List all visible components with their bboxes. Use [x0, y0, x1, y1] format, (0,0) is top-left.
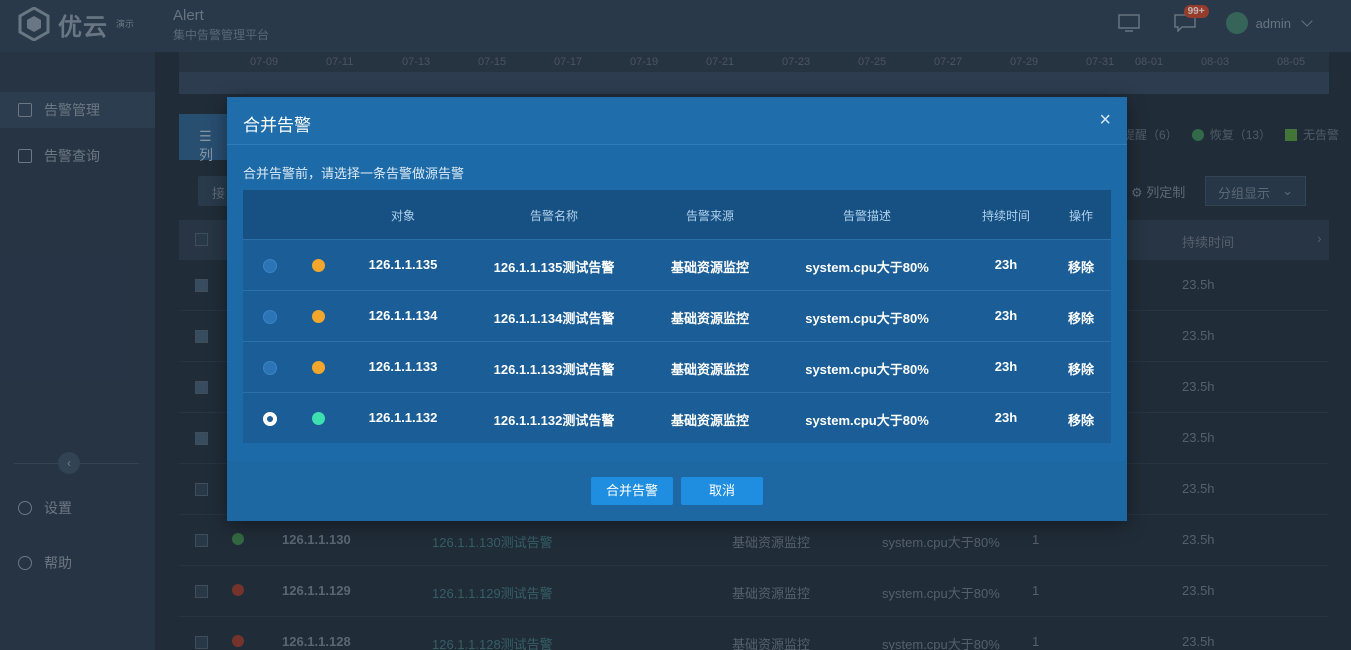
status-dot	[312, 412, 325, 425]
column-header-description: 告警描述	[842, 209, 892, 223]
source-alert-radio[interactable]	[263, 259, 277, 273]
row-duration: 23h	[994, 410, 1018, 425]
row-object: 126.1.1.135	[368, 257, 438, 272]
column-header-alert-name: 告警名称	[529, 209, 579, 223]
cancel-button[interactable]: 取消	[681, 477, 763, 505]
source-alert-radio-selected[interactable]	[263, 412, 277, 426]
row-object: 126.1.1.132	[368, 410, 438, 425]
dialog-footer: 合并告警 取消	[227, 461, 1127, 521]
dialog-title: 合并告警	[243, 116, 311, 135]
dialog-header: 合并告警 ×	[227, 97, 1127, 145]
row-description: system.cpu大于80%	[805, 362, 929, 377]
table-header: 对象 告警名称 告警来源 告警描述 持续时间 操作	[243, 190, 1111, 239]
table-row[interactable]: 126.1.1.133 126.1.1.133测试告警 基础资源监控 syste…	[243, 341, 1111, 392]
remove-link[interactable]: 移除	[1068, 359, 1094, 378]
row-alert-name: 126.1.1.134测试告警	[493, 311, 615, 326]
table-row[interactable]: 126.1.1.132 126.1.1.132测试告警 基础资源监控 syste…	[243, 392, 1111, 443]
row-source: 基础资源监控	[670, 311, 750, 326]
dialog-instruction: 合并告警前，请选择一条告警做源告警	[243, 166, 465, 181]
row-source: 基础资源监控	[670, 413, 750, 428]
merge-alerts-button[interactable]: 合并告警	[591, 477, 673, 505]
row-duration: 23h	[994, 359, 1018, 374]
source-alert-radio[interactable]	[263, 310, 277, 324]
row-object: 126.1.1.134	[368, 308, 438, 323]
remove-link[interactable]: 移除	[1068, 308, 1094, 327]
column-header-duration: 持续时间	[981, 209, 1031, 223]
column-header-source: 告警来源	[685, 209, 735, 223]
row-duration: 23h	[994, 308, 1018, 323]
source-alert-radio[interactable]	[263, 361, 277, 375]
row-object: 126.1.1.133	[368, 359, 438, 374]
merge-alerts-table: 对象 告警名称 告警来源 告警描述 持续时间 操作 126.1.1.135 12…	[243, 190, 1111, 443]
row-description: system.cpu大于80%	[805, 260, 929, 275]
row-source: 基础资源监控	[670, 260, 750, 275]
merge-alerts-dialog: 合并告警 × 合并告警前，请选择一条告警做源告警 对象 告警名称 告警来源 告警…	[227, 97, 1127, 521]
column-header-action: 操作	[1068, 209, 1094, 223]
remove-link[interactable]: 移除	[1068, 257, 1094, 276]
column-header-object: 对象	[390, 209, 416, 223]
table-row[interactable]: 126.1.1.134 126.1.1.134测试告警 基础资源监控 syste…	[243, 290, 1111, 341]
status-dot	[312, 361, 325, 374]
row-description: system.cpu大于80%	[805, 413, 929, 428]
row-alert-name: 126.1.1.132测试告警	[493, 413, 615, 428]
remove-link[interactable]: 移除	[1068, 410, 1094, 429]
status-dot	[312, 259, 325, 272]
row-alert-name: 126.1.1.133测试告警	[493, 362, 615, 377]
close-icon[interactable]: ×	[1099, 109, 1111, 131]
table-row[interactable]: 126.1.1.135 126.1.1.135测试告警 基础资源监控 syste…	[243, 239, 1111, 290]
row-duration: 23h	[994, 257, 1018, 272]
status-dot	[312, 310, 325, 323]
row-source: 基础资源监控	[670, 362, 750, 377]
row-alert-name: 126.1.1.135测试告警	[493, 260, 615, 275]
row-description: system.cpu大于80%	[805, 311, 929, 326]
